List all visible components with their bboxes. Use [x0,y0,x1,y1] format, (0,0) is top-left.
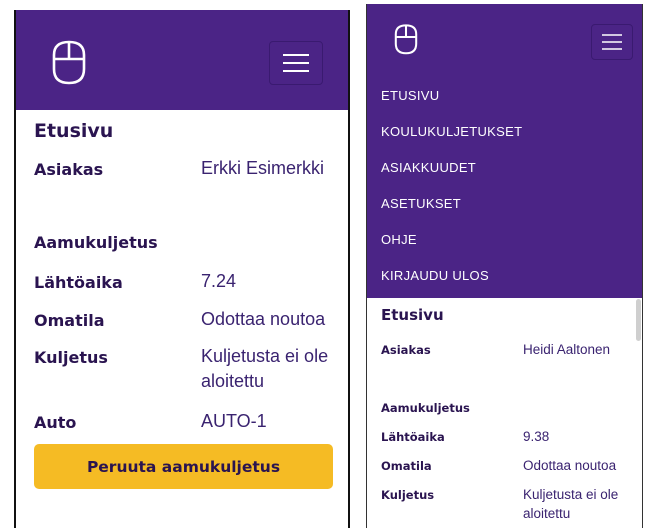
page-title: Etusivu [34,120,114,142]
hamburger-menu-icon [602,34,622,50]
car-label: Auto [34,413,77,432]
menu-button[interactable] [269,41,323,85]
customer-value: Heidi Aaltonen [523,342,611,357]
nav-menu-panel: ETUSIVU KOULUKULJETUKSET ASIAKKUUDET ASE… [367,4,642,298]
departure-time-label: Lähtöaika [34,273,123,292]
transport-label: Kuljetus [34,348,108,367]
phone-screen-menu-open: ETUSIVU KOULUKULJETUKSET ASIAKKUUDET ASE… [366,4,643,528]
nav-item-help[interactable]: OHJE [381,232,417,247]
menu-button[interactable] [591,24,633,60]
departure-time-label: Lähtöaika [381,430,445,444]
mouse-logo-icon[interactable] [44,37,94,87]
own-status-value: Odottaa noutoa [201,309,326,329]
transport-label: Kuljetus [381,488,435,502]
transport-value: Kuljetusta ei ole aloitettu [523,487,619,521]
section-title: Aamukuljetus [381,401,470,415]
customer-value: Erkki Esimerkki [201,158,325,178]
phone-screen-home: Etusivu Asiakas Erkki Esimerkki Aamukulj… [14,10,350,528]
own-status-label: Omatila [34,311,105,330]
cancel-morning-transport-button[interactable]: Peruuta aamukuljetus [34,444,333,489]
nav-item-school-transports[interactable]: KOULUKULJETUKSET [381,124,522,139]
app-header [16,10,348,110]
page-title: Etusivu [381,306,444,324]
scrollbar[interactable] [636,299,641,341]
own-status-label: Omatila [381,459,432,473]
departure-time-value: 7.24 [201,271,237,291]
transport-value: Kuljetusta ei ole aloitettu [201,346,329,391]
car-value: AUTO-1 [201,411,267,431]
nav-item-logout[interactable]: KIRJAUDU ULOS [381,268,489,283]
mouse-logo-icon[interactable] [389,22,423,56]
own-status-value: Odottaa noutoa [523,458,617,473]
nav-item-settings[interactable]: ASETUKSET [381,196,461,211]
hamburger-menu-icon [283,54,309,72]
section-title: Aamukuljetus [34,233,158,252]
customer-label: Asiakas [34,160,104,179]
departure-time-value: 9.38 [523,429,550,444]
customer-label: Asiakas [381,343,431,357]
nav-item-customerships[interactable]: ASIAKKUUDET [381,160,476,175]
nav-item-home[interactable]: ETUSIVU [381,88,439,103]
